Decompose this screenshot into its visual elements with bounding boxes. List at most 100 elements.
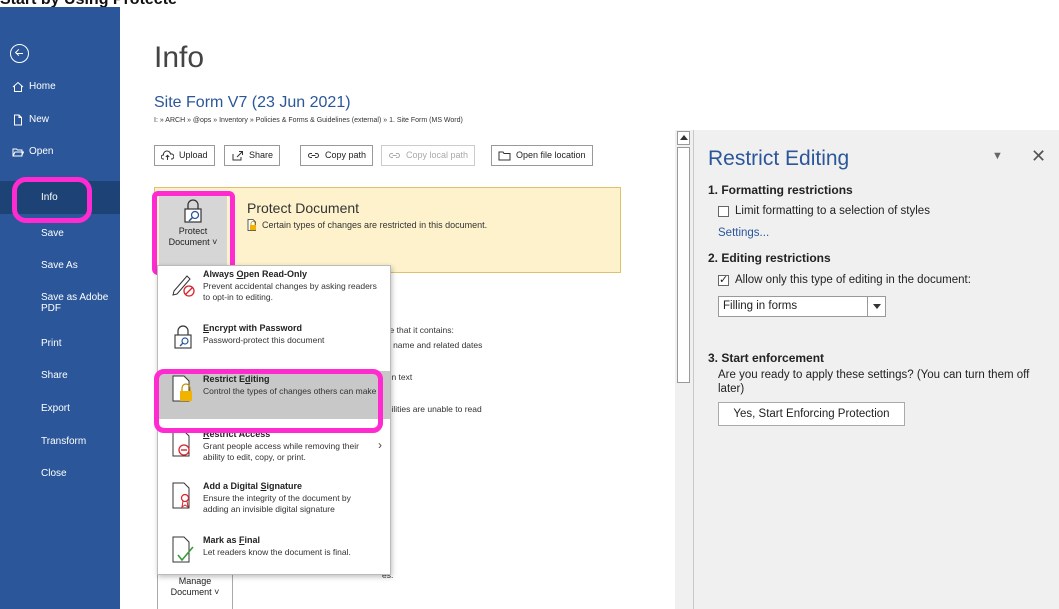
- copy-local-path-button[interactable]: Copy local path: [381, 145, 476, 166]
- enforcement-prompt-line1: Are you ready to apply these settings? (…: [718, 369, 1030, 381]
- restrict-editing-pane-screenshot: Restrict Editing ▼ ✕ 1. Formatting restr…: [675, 130, 1059, 609]
- mark-final-icon: [172, 536, 194, 563]
- upload-label: Upload: [179, 150, 208, 160]
- manage-document-button[interactable]: Manage Document ˅: [157, 573, 233, 609]
- upload-button[interactable]: Upload: [154, 145, 215, 166]
- menu-item-title: Mark as Final: [203, 535, 261, 545]
- start-enforcing-protection-button[interactable]: Yes, Start Enforcing Protection: [718, 402, 905, 426]
- restrict-editing-highlight-annotation: [154, 369, 383, 433]
- pane-title: Restrict Editing: [708, 147, 850, 170]
- menu-item-add-digital-signature[interactable]: Add a Digital Signature Ensure the integ…: [158, 478, 390, 528]
- menu-item-title: Always Open Read-Only: [203, 269, 308, 279]
- sidebar-item-label: Save As: [41, 260, 78, 271]
- new-document-icon: [14, 114, 22, 126]
- back-arrow-icon[interactable]: [10, 44, 29, 63]
- manage-document-label: Manage Document ˅: [158, 576, 232, 598]
- sidebar-item-transform[interactable]: Transform: [0, 436, 120, 450]
- background-text: are that it contains:: [382, 325, 454, 335]
- editing-type-dropdown[interactable]: Filling in forms: [718, 296, 886, 317]
- document-lock-icon: [247, 219, 256, 231]
- sidebar-item-label: Export: [41, 403, 70, 414]
- scrollbar-thumb[interactable]: [677, 147, 690, 383]
- copy-path-label: Copy path: [325, 150, 367, 160]
- pane-options-chevron-down-icon[interactable]: ▼: [992, 150, 1003, 162]
- menu-item-description: Let readers know the document is final.: [203, 547, 351, 557]
- submenu-chevron-icon: ›: [378, 438, 382, 452]
- info-highlight-annotation: [12, 177, 92, 223]
- limit-formatting-checkbox[interactable]: [718, 206, 729, 217]
- sidebar-item-save-as-adobe-pdf[interactable]: Save as Adobe PDF: [0, 292, 120, 316]
- menu-item-description: Password-protect this document: [203, 335, 325, 345]
- sidebar-item-close[interactable]: Close: [0, 468, 120, 482]
- upload-icon: [161, 150, 174, 160]
- backstage-sidebar: Home New Open Info Save Save As Save as …: [0, 7, 120, 609]
- page-title: Info: [154, 41, 205, 74]
- copy-local-path-label: Copy local path: [406, 150, 469, 160]
- sidebar-item-open[interactable]: Open: [0, 146, 120, 160]
- sidebar-item-label: Print: [41, 338, 62, 349]
- allow-editing-type-checkbox[interactable]: [718, 273, 729, 286]
- sidebar-item-label: Home: [29, 81, 56, 92]
- menu-item-title: Add a Digital Signature: [203, 481, 303, 491]
- share-label: Share: [249, 150, 274, 160]
- sidebar-item-label: Save: [41, 228, 64, 239]
- protect-description: Certain types of changes are restricted …: [247, 219, 488, 231]
- enforcement-prompt-line2: later): [718, 383, 745, 395]
- manage-label-line1: Manage: [178, 576, 212, 586]
- sidebar-item-export[interactable]: Export: [0, 403, 120, 417]
- restrict-access-icon: [172, 430, 190, 457]
- link-icon: [389, 153, 400, 158]
- sidebar-item-print[interactable]: Print: [0, 338, 120, 352]
- sidebar-item-share[interactable]: Share: [0, 370, 120, 384]
- sidebar-item-label: New: [29, 114, 50, 125]
- open-file-location-button[interactable]: Open file location: [491, 145, 593, 166]
- menu-item-description: Ensure the integrity of the document by …: [203, 493, 351, 514]
- limit-formatting-label: Limit formatting to a selection of style…: [735, 205, 930, 217]
- close-icon[interactable]: ✕: [1031, 146, 1046, 167]
- chevron-down-icon: [867, 297, 885, 316]
- folder-open-icon: [12, 148, 24, 157]
- editing-restrictions-heading: 2. Editing restrictions: [708, 251, 831, 265]
- open-file-location-label: Open file location: [516, 150, 586, 160]
- protect-heading: Protect Document: [247, 200, 360, 216]
- sidebar-item-save-as[interactable]: Save As: [0, 260, 120, 274]
- sidebar-item-label: Open: [29, 146, 54, 157]
- link-icon: [308, 153, 319, 158]
- sidebar-item-label: Close: [41, 468, 67, 479]
- copy-path-button[interactable]: Copy path: [300, 145, 374, 166]
- formatting-settings-link[interactable]: Settings...: [718, 227, 769, 239]
- vertical-scrollbar[interactable]: [675, 130, 694, 609]
- scroll-up-icon[interactable]: [677, 131, 690, 145]
- sidebar-item-label: Save as Adobe PDF: [41, 292, 109, 314]
- menu-item-description: Grant people access while removing their…: [203, 441, 359, 462]
- allow-editing-type-label: Allow only this type of editing in the d…: [735, 274, 971, 286]
- document-title: Site Form V7 (23 Jun 2021): [154, 94, 351, 111]
- share-icon: [232, 151, 243, 161]
- editing-type-value: Filling in forms: [723, 300, 798, 312]
- start-enforcement-heading: 3. Start enforcement: [708, 351, 825, 365]
- menu-item-title: Encrypt with Password: [203, 323, 303, 333]
- read-only-pen-icon: [172, 275, 195, 297]
- share-button[interactable]: Share: [224, 145, 281, 166]
- menu-item-restrict-access[interactable]: Restrict Access Grant people access whil…: [158, 426, 390, 474]
- folder-icon: [498, 151, 511, 161]
- sidebar-item-label: Share: [41, 370, 68, 381]
- protect-document-highlight-annotation: [152, 191, 235, 275]
- menu-item-always-open-read-only[interactable]: Always Open Read-Only Prevent accidental…: [158, 266, 390, 318]
- digital-signature-icon: [172, 482, 190, 509]
- word-backstage-screenshot: Home New Open Info Save Save As Save as …: [0, 7, 659, 609]
- manage-label-line2: Document ˅: [170, 587, 220, 597]
- background-text: abilities are unable to read: [382, 404, 482, 414]
- sidebar-item-new[interactable]: New: [0, 114, 120, 128]
- home-icon: [12, 81, 24, 92]
- sidebar-item-home[interactable]: Home: [0, 81, 120, 95]
- menu-item-mark-as-final[interactable]: Mark as Final Let readers know the docum…: [158, 532, 390, 574]
- sidebar-item-save[interactable]: Save: [0, 228, 120, 242]
- formatting-restrictions-heading: 1. Formatting restrictions: [708, 183, 853, 197]
- lock-key-icon: [174, 325, 192, 349]
- protect-description-text: Certain types of changes are restricted …: [262, 220, 488, 230]
- background-text: r's name and related dates: [382, 340, 483, 350]
- menu-item-encrypt-with-password[interactable]: Encrypt with Password Password-protect t…: [158, 320, 390, 362]
- menu-item-description: Prevent accidental changes by asking rea…: [203, 281, 377, 302]
- breadcrumb: I: » ARCH » @ops » Inventory » Policies …: [154, 117, 463, 124]
